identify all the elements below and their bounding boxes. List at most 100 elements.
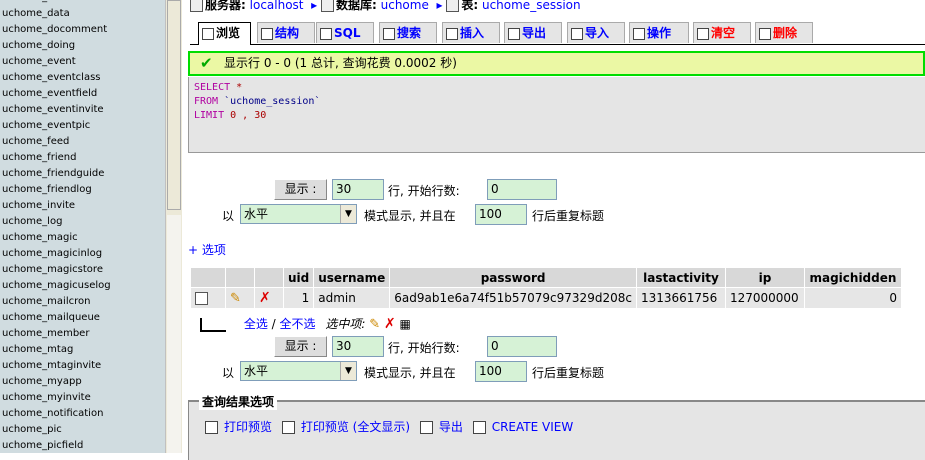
export-selected-icon[interactable]: ▦: [400, 317, 411, 331]
column-header-uid[interactable]: uid: [282, 267, 315, 288]
sql-query: SELECT * FROM `uchome_session` LIMIT 0 ,…: [189, 77, 925, 127]
tab-drop[interactable]: 删除: [755, 22, 813, 43]
sidebar-table-item[interactable]: uchome_pic: [0, 422, 111, 438]
scrollbar-track[interactable]: [167, 215, 181, 453]
start-input[interactable]: 0: [487, 179, 557, 200]
sidebar-table-item[interactable]: uchome_eventfield: [0, 86, 111, 102]
sidebar-table-item[interactable]: uchome_eventinvite: [0, 102, 111, 118]
column-header-username[interactable]: username: [313, 267, 391, 288]
sidebar-table-item[interactable]: uchome_feed: [0, 134, 111, 150]
show-button[interactable]: 显示 :: [274, 179, 327, 200]
delete-x-icon[interactable]: ✗: [259, 290, 271, 306]
tab-empty[interactable]: 清空: [693, 22, 751, 43]
mode-prefix-bottom: 以: [222, 366, 235, 380]
print-preview-full-link[interactable]: 打印预览 (全文显示): [301, 420, 410, 434]
sidebar-table-item[interactable]: uchome_magicinlog: [0, 246, 111, 262]
tab-label: 清空: [711, 26, 736, 40]
create-view-link[interactable]: CREATE VIEW: [492, 420, 574, 434]
navigation-bottom: 显示 : 30 行, 开始行数: 0 以 水平 ▼ 模式显示, 并且在 100 行…: [182, 336, 925, 382]
sidebar-table-item[interactable]: uchome_friend: [0, 150, 111, 166]
tab-sql[interactable]: SQL: [316, 22, 374, 43]
sidebar-table-item[interactable]: uchome_mtaginvite: [0, 358, 111, 374]
table-link[interactable]: uchome_session: [482, 0, 581, 12]
column-header-ip[interactable]: ip: [724, 267, 805, 288]
sidebar-table-item[interactable]: uchome_notification: [0, 406, 111, 422]
sidebar-table-item[interactable]: uchome_member: [0, 326, 111, 342]
sidebar-table-item[interactable]: uchome_magic: [0, 230, 111, 246]
sidebar-table-item[interactable]: uchome_friendlog: [0, 182, 111, 198]
tab-label: 导入: [585, 26, 610, 40]
sidebar-table-item[interactable]: uchome_mailcron: [0, 294, 111, 310]
column-header-password[interactable]: password: [389, 267, 637, 288]
sidebar-table-item[interactable]: uchome_mtag: [0, 342, 111, 358]
mode-value: 水平: [244, 364, 269, 378]
sidebar-table-item[interactable]: uchome_eventclass: [0, 70, 111, 86]
mode-select[interactable]: 水平 ▼: [240, 204, 357, 224]
chevron-down-icon: ▼: [340, 205, 356, 223]
arrow-up-icon: [200, 318, 226, 332]
edit-selected-pencil-icon[interactable]: ✎: [369, 317, 380, 332]
cell-username: admin: [313, 287, 391, 309]
tab-structure[interactable]: 结构: [257, 22, 315, 43]
sidebar-table-item[interactable]: uchome_magicuselog: [0, 278, 111, 294]
sidebar-table-item[interactable]: uchome_eventpic: [0, 118, 111, 134]
success-message: ✔ 显示行 0 - 0 (1 总计, 查询花费 0.0002 秒): [188, 51, 925, 76]
db-label: 数据库:: [335, 0, 377, 12]
sidebar-table-item[interactable]: uchome_magicstore: [0, 262, 111, 278]
start-input-bottom[interactable]: 0: [487, 336, 557, 357]
row-checkbox[interactable]: [195, 292, 208, 305]
options-link[interactable]: + 选项: [188, 241, 226, 258]
rows-input[interactable]: 30: [332, 179, 384, 200]
sidebar-table-item[interactable]: uchome_log: [0, 214, 111, 230]
rows-input-bottom[interactable]: 30: [332, 336, 384, 357]
results-table: uid username password lastactivity ip ma…: [190, 267, 902, 309]
operations-icon: [633, 27, 645, 40]
tab-import[interactable]: 导入: [567, 22, 625, 43]
sql-text: `uchome_session`: [218, 96, 321, 107]
database-link[interactable]: uchome: [381, 0, 429, 12]
sidebar-table-item[interactable]: uchome_data: [0, 6, 111, 22]
query-results-links: 打印预览 打印预览 (全文显示) 导出 CREATE VIEW: [199, 418, 573, 435]
sidebar-table-item[interactable]: uchome_myapp: [0, 374, 111, 390]
sidebar-table-item[interactable]: uchome_friendguide: [0, 166, 111, 182]
tab-insert[interactable]: 插入: [442, 22, 500, 43]
server-link[interactable]: localhost: [250, 0, 304, 12]
sidebar-table-item[interactable]: uchome_invite: [0, 198, 111, 214]
delete-cell: ✗: [254, 287, 284, 309]
separator: /: [267, 317, 280, 331]
print-preview-link[interactable]: 打印预览: [224, 420, 272, 434]
show-button-bottom[interactable]: 显示 :: [274, 336, 327, 357]
header-cell: [225, 267, 255, 288]
column-header-magichidden[interactable]: magichidden: [803, 267, 902, 288]
sidebar-table-item[interactable]: uchome_myinvite: [0, 390, 111, 406]
tab-label: 插入: [460, 26, 485, 40]
mode-select-bottom[interactable]: 水平 ▼: [240, 361, 357, 381]
tab-label: 删除: [773, 26, 798, 40]
sidebar-table-item[interactable]: uchome_picfield: [0, 438, 111, 453]
sidebar-table-item[interactable]: uchome_mailqueue: [0, 310, 111, 326]
insert-icon: [446, 27, 458, 40]
cell-uid: 1: [282, 287, 315, 309]
uncheck-all-link[interactable]: 全不选: [280, 317, 316, 331]
sidebar-scrollbar[interactable]: [165, 0, 182, 453]
browse-icon: [202, 27, 214, 40]
delete-selected-x-icon[interactable]: ✗: [384, 316, 396, 332]
repeat-input-bottom[interactable]: 100: [475, 361, 527, 382]
column-header-lastactivity[interactable]: lastactivity: [635, 267, 726, 288]
structure-icon: [261, 27, 273, 40]
edit-pencil-icon[interactable]: ✎: [230, 291, 241, 306]
mode-label-bottom: 模式显示, 并且在: [364, 366, 456, 380]
query-results-options: 查询结果选项 打印预览 打印预览 (全文显示) 导出 CREATE VIEW: [188, 393, 925, 460]
tab-operations[interactable]: 操作: [629, 22, 689, 43]
sidebar-table-item[interactable]: uchome_doing: [0, 38, 111, 54]
tab-export[interactable]: 导出: [504, 22, 562, 43]
tab-browse[interactable]: 浏览: [198, 22, 251, 45]
export-link[interactable]: 导出: [439, 420, 463, 434]
tab-search[interactable]: 搜索: [379, 22, 437, 43]
repeat-input[interactable]: 100: [475, 204, 527, 225]
chevron-down-icon: ▼: [340, 362, 356, 380]
scrollbar-thumb[interactable]: [167, 0, 181, 210]
sidebar-table-item[interactable]: uchome_event: [0, 54, 111, 70]
check-all-link[interactable]: 全选: [244, 317, 268, 331]
sidebar-table-item[interactable]: uchome_docomment: [0, 22, 111, 38]
